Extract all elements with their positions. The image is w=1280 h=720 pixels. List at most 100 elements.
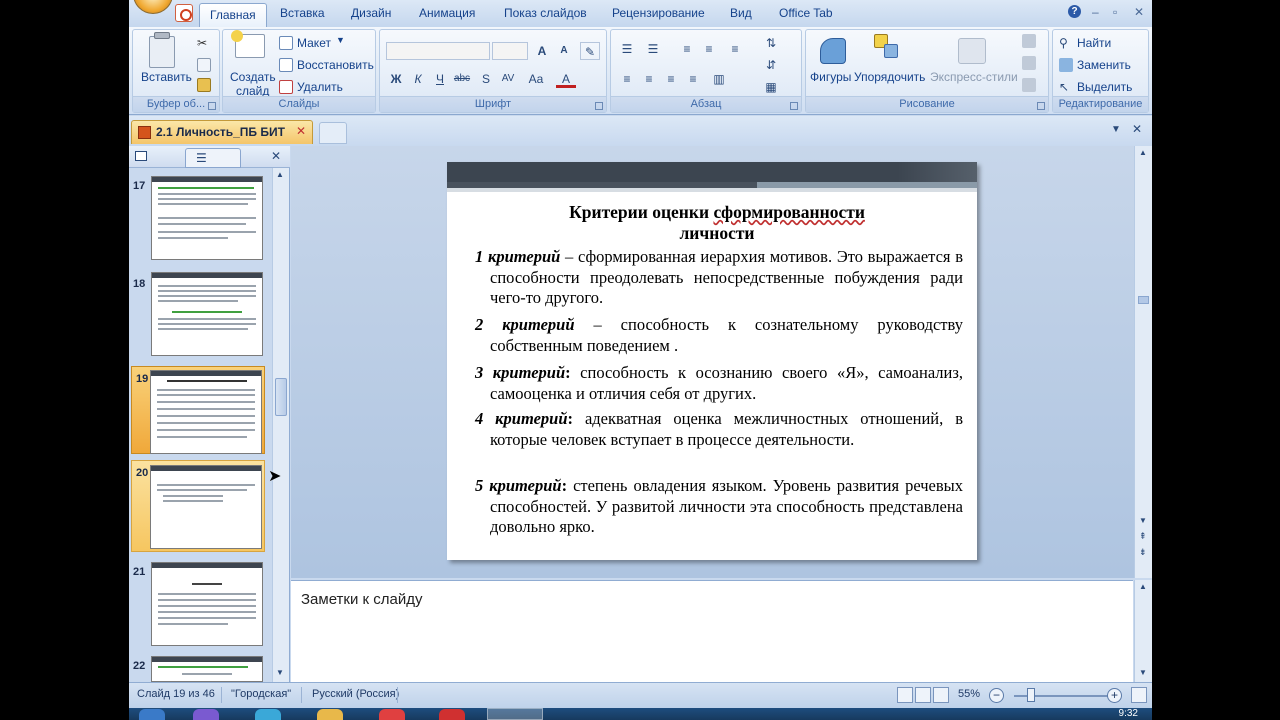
shape-outline-icon[interactable] <box>1022 56 1036 70</box>
normal-view-icon[interactable] <box>897 687 913 703</box>
shrink-font-button[interactable]: A <box>554 42 574 60</box>
taskbar-app-icon[interactable] <box>439 709 465 720</box>
tab-home[interactable]: Главная <box>199 3 267 27</box>
delete-slide-icon[interactable] <box>279 80 293 94</box>
notes-pane[interactable]: Заметки к слайду <box>291 580 1133 682</box>
slide-vertical-scrollbar[interactable]: ▲ ▼ ⇞ ⇟ <box>1134 146 1152 578</box>
slides-view-tab-icon[interactable] <box>135 151 147 161</box>
quick-styles-label[interactable]: Экспресс-стили <box>930 70 1018 84</box>
clipboard-launcher-icon[interactable] <box>208 102 216 110</box>
font-name-combobox[interactable] <box>386 42 490 60</box>
thumbnail-item[interactable]: 18 <box>129 268 269 358</box>
tab-list-dropdown-icon[interactable]: ▼ <box>1111 124 1121 135</box>
tab-insert[interactable]: Вставка <box>280 6 325 20</box>
tab-animation[interactable]: Анимация <box>419 6 475 20</box>
line-spacing-icon[interactable]: ≡ <box>725 40 745 58</box>
notes-scrollbar[interactable]: ▲ ▼ <box>1134 580 1152 682</box>
shadow-button[interactable]: S <box>476 70 496 88</box>
columns-icon[interactable]: ▥ <box>709 70 729 88</box>
copy-icon[interactable] <box>197 58 211 72</box>
arrange-label[interactable]: Упорядочить <box>854 70 925 84</box>
criterion-paragraph[interactable]: 3 критерий: способность к осознанию свое… <box>475 363 963 404</box>
justify-icon[interactable]: ≡ <box>683 70 703 88</box>
drawing-launcher-icon[interactable] <box>1037 102 1045 110</box>
paste-icon[interactable] <box>149 36 175 68</box>
yandex-icon[interactable] <box>379 709 405 720</box>
shape-fill-icon[interactable] <box>1022 34 1036 48</box>
thumbnails-scrollbar[interactable]: ▲ ▼ <box>272 168 289 682</box>
format-painter-icon[interactable] <box>197 78 211 92</box>
layout-icon[interactable] <box>279 36 293 50</box>
reset-label[interactable]: Восстановить <box>297 58 374 72</box>
change-case-button[interactable]: Aa <box>526 70 546 88</box>
taskbar-app-icon[interactable] <box>193 709 219 720</box>
restore-icon[interactable]: ▫ <box>1113 5 1117 19</box>
align-right-icon[interactable]: ≡ <box>661 70 681 88</box>
previous-slide-icon[interactable]: ⇞ <box>1139 532 1147 541</box>
language[interactable]: Русский (Россия) <box>312 688 399 700</box>
find-icon[interactable]: ⚲ <box>1059 36 1073 50</box>
shapes-label[interactable]: Фигуры <box>810 70 851 84</box>
office-button[interactable] <box>133 0 173 14</box>
tab-office-tab[interactable]: Office Tab <box>779 6 833 20</box>
layout-label[interactable]: Макет <box>297 36 331 50</box>
start-icon[interactable] <box>139 709 165 720</box>
bold-button[interactable]: Ж <box>386 70 406 88</box>
decrease-indent-icon[interactable]: ≡ <box>677 40 697 58</box>
document-tab[interactable]: 2.1 Личность_ПБ БИТ ✕ <box>131 120 313 144</box>
browser-icon[interactable] <box>255 709 281 720</box>
smartart-icon[interactable]: ▦ <box>761 78 781 96</box>
criterion-paragraph[interactable]: 4 критерий: адекватная оценка межличност… <box>475 409 963 450</box>
scroll-down-icon[interactable]: ▼ <box>1139 668 1147 677</box>
minimize-icon[interactable]: – <box>1092 5 1099 19</box>
thumbnails-scroll-thumb[interactable] <box>275 378 287 416</box>
numbering-icon[interactable]: ☰ <box>643 40 663 58</box>
tab-review[interactable]: Рецензирование <box>612 6 705 20</box>
slide-title[interactable]: Критерии оценки сформированности личности <box>487 202 947 244</box>
thumbnail-item[interactable]: 21 <box>129 558 269 648</box>
align-text-icon[interactable]: ⇵ <box>761 56 781 74</box>
bullets-icon[interactable]: ☰ <box>617 40 637 58</box>
tab-view[interactable]: Вид <box>730 6 752 20</box>
increase-indent-icon[interactable]: ≡ <box>699 40 719 58</box>
find-label[interactable]: Найти <box>1077 36 1111 50</box>
outline-view-tab[interactable]: ☰ <box>185 148 241 168</box>
close-document-icon[interactable]: ✕ <box>1132 122 1142 136</box>
scroll-down-icon[interactable]: ▼ <box>276 668 284 677</box>
select-label[interactable]: Выделить <box>1077 80 1132 94</box>
tab-slideshow[interactable]: Показ слайдов <box>504 6 587 20</box>
replace-icon[interactable] <box>1059 58 1073 72</box>
zoom-in-icon[interactable]: + <box>1107 688 1122 703</box>
fit-to-window-icon[interactable] <box>1131 687 1147 703</box>
text-direction-icon[interactable]: ⇅ <box>761 34 781 52</box>
thumbnail-item[interactable]: 22 <box>129 654 269 682</box>
close-window-icon[interactable]: ✕ <box>1134 5 1144 19</box>
slide-sorter-icon[interactable] <box>915 687 931 703</box>
paragraph-launcher-icon[interactable] <box>790 102 798 110</box>
criterion-paragraph[interactable]: 5 критерий: степень овладения языком. Ур… <box>475 476 963 538</box>
zoom-level[interactable]: 55% <box>958 688 980 700</box>
italic-button[interactable]: К <box>408 70 428 88</box>
scroll-up-icon[interactable]: ▲ <box>1139 148 1147 157</box>
criterion-paragraph[interactable]: 2 критерий – способность к сознательному… <box>475 315 963 356</box>
next-slide-icon[interactable]: ⇟ <box>1139 548 1147 557</box>
char-spacing-button[interactable]: AV <box>498 70 518 88</box>
font-size-combobox[interactable] <box>492 42 528 60</box>
slide-scroll-thumb[interactable] <box>1138 296 1149 304</box>
notes-placeholder[interactable]: Заметки к слайду <box>301 591 423 608</box>
clear-format-icon[interactable]: ✎ <box>580 42 600 60</box>
font-color-button[interactable]: A <box>556 70 576 88</box>
thumbnail-item[interactable]: 20 <box>131 460 265 552</box>
explorer-icon[interactable] <box>317 709 343 720</box>
help-icon[interactable]: ? <box>1068 5 1081 18</box>
scroll-up-icon[interactable]: ▲ <box>1139 582 1147 591</box>
thumbnail-item[interactable]: 17 <box>129 174 269 264</box>
slideshow-icon[interactable] <box>933 687 949 703</box>
thumbnail-item-selected[interactable]: 19 <box>131 366 265 454</box>
align-left-icon[interactable]: ≡ <box>617 70 637 88</box>
zoom-out-icon[interactable]: − <box>989 688 1004 703</box>
underline-button[interactable]: Ч <box>430 70 450 88</box>
new-slide-label-1[interactable]: Создать <box>230 70 276 84</box>
close-pane-icon[interactable]: ✕ <box>271 149 281 163</box>
delete-label[interactable]: Удалить <box>297 80 343 94</box>
